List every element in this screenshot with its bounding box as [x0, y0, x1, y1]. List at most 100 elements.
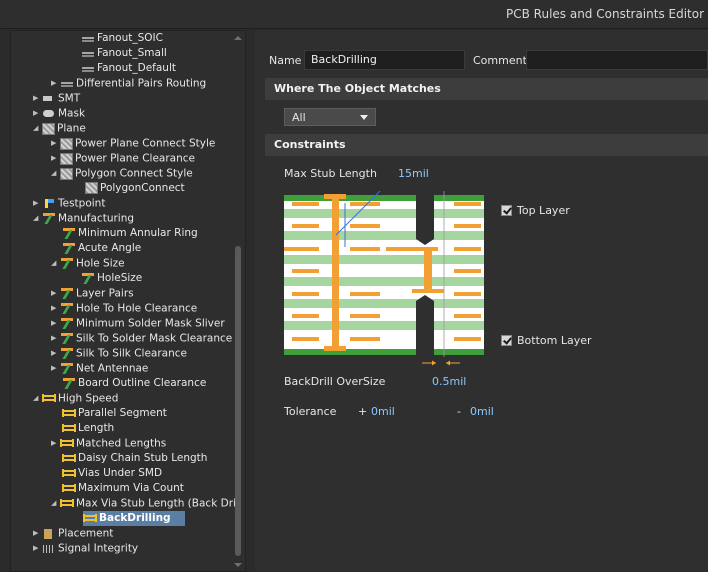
- laminate-layer: [284, 231, 484, 240]
- copper-trace: [350, 224, 380, 228]
- fanout-icon: [81, 33, 95, 44]
- comment-field[interactable]: [526, 50, 708, 70]
- copper-trace: [292, 292, 319, 296]
- copper-trace: [350, 314, 380, 318]
- tree-item-backdrilling[interactable]: BackDrilling: [83, 511, 185, 526]
- testpoint-icon: [42, 198, 56, 209]
- window-title: PCB Rules and Constraints Editor [m: [506, 7, 708, 21]
- tree-item-layer-pairs[interactable]: ▶ Layer Pairs: [51, 286, 134, 301]
- scrollbar-thumb[interactable]: [235, 246, 241, 556]
- bottom-layer-checkbox[interactable]: [501, 335, 512, 346]
- expand-arrow-icon[interactable]: ▶: [51, 436, 60, 451]
- expand-arrow-icon[interactable]: ▶: [33, 526, 42, 541]
- mask-icon: [42, 108, 56, 119]
- expand-arrow-icon[interactable]: ▶: [33, 106, 42, 121]
- top-layer-label: Top Layer: [517, 204, 570, 217]
- expand-arrow-icon[interactable]: ▶: [51, 316, 60, 331]
- tree-item-plane[interactable]: ◢ Plane: [33, 121, 86, 136]
- manufacturing-icon: [42, 213, 56, 224]
- scope-dropdown[interactable]: All: [284, 108, 376, 126]
- tree-item-differential-pairs-routing[interactable]: ▶ Differential Pairs Routing: [51, 76, 206, 91]
- top-layer-checkbox[interactable]: [501, 205, 512, 216]
- tree-item-power-plane-clearance[interactable]: ▶ Power Plane Clearance: [51, 151, 195, 166]
- tree-item-high-speed[interactable]: ◢ High Speed: [33, 391, 118, 406]
- name-field[interactable]: BackDrilling: [304, 50, 465, 70]
- tree-item-silk-to-solder-mask-clearance[interactable]: ▶ Silk To Solder Mask Clearance: [51, 331, 232, 346]
- expand-arrow-icon[interactable]: ▶: [51, 301, 60, 316]
- tree-item-hole-size[interactable]: ◢ Hole Size: [51, 256, 125, 271]
- scroll-down-icon[interactable]: [234, 563, 242, 567]
- tree-item-parallel-segment[interactable]: Parallel Segment: [62, 406, 167, 421]
- backdrill-stackup-diagram: [284, 191, 484, 366]
- collapse-arrow-icon[interactable]: ◢: [51, 496, 60, 511]
- high-speed-icon: [62, 408, 76, 419]
- tree-item-holesize[interactable]: HoleSize: [81, 271, 142, 286]
- laminate-layer: [284, 277, 484, 286]
- tree-item-length[interactable]: Length: [62, 421, 114, 436]
- tree-item-minimum-annular-ring[interactable]: Minimum Annular Ring: [62, 226, 198, 241]
- collapse-arrow-icon[interactable]: ◢: [51, 256, 60, 271]
- expand-arrow-icon[interactable]: ▶: [51, 136, 60, 151]
- manufacturing-icon: [60, 318, 74, 329]
- tolerance-plus-value[interactable]: 0mil: [371, 405, 395, 418]
- tree-item-power-plane-connect-style[interactable]: ▶ Power Plane Connect Style: [51, 136, 215, 151]
- collapse-arrow-icon[interactable]: ◢: [33, 211, 42, 226]
- copper-trace: [292, 337, 319, 341]
- laminate-layer: [284, 255, 484, 264]
- tree-item-board-outline-clearance[interactable]: Board Outline Clearance: [62, 376, 206, 391]
- via-barrel: [332, 199, 339, 347]
- copper-trace: [454, 224, 481, 228]
- tree-item-smt[interactable]: ▶ SMT: [33, 91, 80, 106]
- tree-item-minimum-solder-mask-sliver[interactable]: ▶ Minimum Solder Mask Sliver: [51, 316, 225, 331]
- collapse-arrow-icon[interactable]: ◢: [33, 391, 42, 406]
- where-section-header: Where The Object Matches: [265, 78, 708, 100]
- copper-trace: [292, 269, 319, 273]
- expand-arrow-icon[interactable]: ▶: [51, 76, 60, 91]
- tree-item-net-antennae[interactable]: ▶ Net Antennae: [51, 361, 148, 376]
- expand-arrow-icon[interactable]: ▶: [51, 361, 60, 376]
- backdrill-oversize-value[interactable]: 0.5mil: [432, 375, 466, 388]
- tree-item-fanout-default[interactable]: Fanout_Default: [81, 61, 176, 76]
- expand-arrow-icon[interactable]: ▶: [51, 286, 60, 301]
- tolerance-minus-value[interactable]: 0mil: [470, 405, 494, 418]
- expand-arrow-icon[interactable]: ▶: [51, 151, 60, 166]
- expand-arrow-icon[interactable]: ▶: [33, 196, 42, 211]
- tree-item-mask[interactable]: ▶ Mask: [33, 106, 85, 121]
- expand-arrow-icon[interactable]: ▶: [33, 541, 42, 556]
- tree-item-maximum-via-count[interactable]: Maximum Via Count: [62, 481, 184, 496]
- plane-icon: [60, 167, 73, 180]
- tree-item-matched-lengths[interactable]: ▶ Matched Lengths: [51, 436, 166, 451]
- copper-trace: [454, 269, 481, 273]
- manufacturing-icon: [60, 363, 74, 374]
- tree-item-manufacturing[interactable]: ◢ Manufacturing: [33, 211, 134, 226]
- scroll-up-icon[interactable]: [234, 36, 242, 40]
- tree-item-hole-to-hole-clearance[interactable]: ▶ Hole To Hole Clearance: [51, 301, 197, 316]
- tree-item-fanout-soic[interactable]: Fanout_SOIC: [81, 31, 163, 46]
- tree-item-acute-angle[interactable]: Acute Angle: [62, 241, 141, 256]
- tree-scrollbar[interactable]: [233, 31, 243, 571]
- tree-item-testpoint[interactable]: ▶ Testpoint: [33, 196, 105, 211]
- backdrill-oversize-label: BackDrill OverSize: [284, 375, 386, 388]
- copper-trace: [292, 202, 319, 206]
- copper-trace: [386, 247, 438, 251]
- expand-arrow-icon[interactable]: ▶: [51, 331, 60, 346]
- bottom-layer-label: Bottom Layer: [517, 334, 592, 347]
- tree-item-polygonconnect[interactable]: PolygonConnect: [85, 181, 185, 196]
- tree-item-signal-integrity[interactable]: ▶ Signal Integrity: [33, 541, 138, 556]
- expand-arrow-icon[interactable]: ▶: [33, 91, 42, 106]
- tree-item-polygon-connect-style[interactable]: ◢ Polygon Connect Style: [51, 166, 193, 181]
- tree-item-daisy-chain-stub-length[interactable]: Daisy Chain Stub Length: [62, 451, 207, 466]
- fanout-icon: [81, 48, 95, 59]
- expand-arrow-icon[interactable]: ▶: [51, 346, 60, 361]
- laminate-layer: [284, 321, 484, 330]
- laminate-layer: [284, 209, 484, 218]
- collapse-arrow-icon[interactable]: ◢: [33, 121, 42, 136]
- tree-item-fanout-small[interactable]: Fanout_Small: [81, 46, 167, 61]
- tree-item-max-via-stub-length[interactable]: ◢ Max Via Stub Length (Back Dril: [51, 496, 239, 511]
- tree-item-vias-under-smd[interactable]: Vias Under SMD: [62, 466, 162, 481]
- max-stub-length-value[interactable]: 15mil: [398, 167, 429, 180]
- tree-item-placement[interactable]: ▶ Placement: [33, 526, 113, 541]
- collapse-arrow-icon[interactable]: ◢: [51, 166, 60, 181]
- tree-item-silk-to-silk-clearance[interactable]: ▶ Silk To Silk Clearance: [51, 346, 187, 361]
- high-speed-icon: [60, 498, 74, 509]
